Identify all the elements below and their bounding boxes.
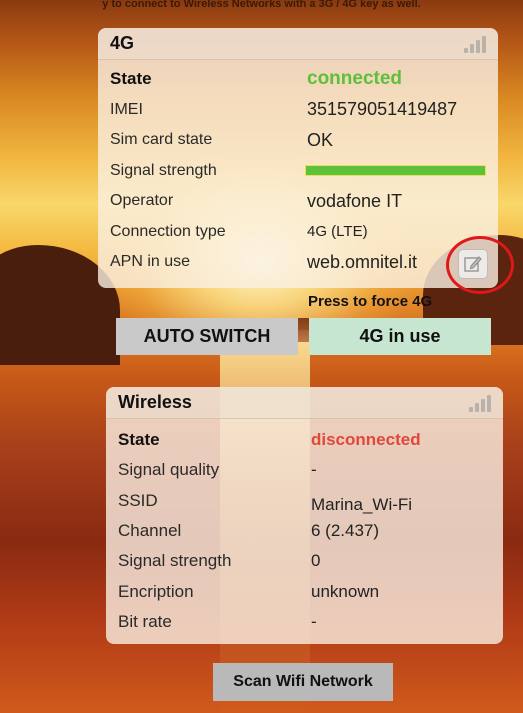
- lte-in-use-button[interactable]: 4G in use: [309, 318, 491, 355]
- wireless-signal-quality-label: Signal quality: [118, 460, 220, 480]
- wireless-row-encryption: Encription unknown: [118, 576, 491, 606]
- wireless-channel-label: Channel: [118, 521, 182, 541]
- lte-row-connection-type: Connection type 4G (LTE): [110, 217, 486, 248]
- wireless-state-label: State: [118, 430, 160, 450]
- wireless-bit-rate-value: -: [311, 611, 317, 631]
- wireless-row-state: State disconnected: [118, 425, 491, 455]
- wireless-panel-header: Wireless: [106, 387, 503, 419]
- lte-row-state: State connected: [110, 64, 486, 95]
- lte-row-signal: Signal strength: [110, 156, 486, 187]
- lte-apn-value: web.omnitel.it: [307, 251, 418, 272]
- wireless-panel: Wireless State disconnected Signal quali…: [106, 387, 503, 644]
- lte-state-value: connected: [307, 68, 403, 90]
- lte-panel-title: 4G: [110, 33, 135, 53]
- signal-bars-icon: [464, 35, 486, 53]
- lte-imei-value: 351579051419487: [307, 99, 458, 120]
- wireless-ssid-label: SSID: [118, 490, 158, 510]
- lte-apn-label: APN in use: [110, 253, 191, 271]
- lte-operator-value: vodafone IT: [307, 190, 403, 211]
- lte-state-label: State: [110, 69, 152, 89]
- wireless-panel-title: Wireless: [118, 392, 192, 412]
- signal-bars-icon: [469, 394, 491, 412]
- lte-imei-label: IMEI: [110, 100, 143, 118]
- lte-signal-strength-bar: [305, 165, 486, 177]
- lte-row-imei: IMEI 351579051419487: [110, 95, 486, 126]
- lte-signal-label: Signal strength: [110, 161, 217, 179]
- wireless-info-list: State disconnected Signal quality - SSID…: [106, 419, 503, 637]
- lte-connection-type-value: 4G (LTE): [307, 223, 368, 241]
- top-caption: y to connect to Wireless Networks with a…: [102, 0, 421, 10]
- wireless-state-value: disconnected: [311, 430, 421, 450]
- lte-panel: 4G State connected IMEI 351579051419487 …: [98, 28, 498, 288]
- lte-row-operator: Operator vodafone IT: [110, 186, 486, 217]
- wireless-signal-strength-value: 0: [311, 551, 321, 571]
- auto-switch-button[interactable]: AUTO SWITCH: [116, 318, 298, 355]
- wireless-encryption-label: Encription: [118, 581, 194, 601]
- lte-row-sim: Sim card state OK: [110, 125, 486, 156]
- wireless-ssid-value: Marina_Wi-Fi: [311, 494, 413, 514]
- lte-sim-label: Sim card state: [110, 131, 213, 149]
- wireless-signal-quality-value: -: [311, 460, 317, 480]
- lte-panel-header: 4G: [98, 28, 498, 60]
- wireless-row-bit-rate: Bit rate -: [118, 607, 491, 637]
- lte-connection-type-label: Connection type: [110, 222, 226, 240]
- wireless-signal-strength-label: Signal strength: [118, 551, 232, 571]
- wireless-bit-rate-label: Bit rate: [118, 611, 172, 631]
- highlight-circle: [446, 236, 514, 294]
- lte-sim-value: OK: [307, 129, 334, 150]
- wireless-row-signal-strength: Signal strength 0: [118, 546, 491, 576]
- lte-row-apn: APN in use web.omnitel.it: [110, 247, 486, 278]
- wireless-row-ssid: SSID Marina_Wi-Fi: [118, 486, 491, 516]
- lte-operator-label: Operator: [110, 192, 174, 210]
- wireless-channel-value: 6 (2.437): [311, 521, 380, 541]
- scan-wifi-button[interactable]: Scan Wifi Network: [213, 663, 393, 701]
- wireless-row-signal-quality: Signal quality -: [118, 455, 491, 485]
- force-4g-hint: Press to force 4G: [308, 293, 433, 310]
- wireless-row-channel: Channel 6 (2.437): [118, 516, 491, 546]
- lte-info-list: State connected IMEI 351579051419487 Sim…: [98, 60, 498, 278]
- wireless-encryption-value: unknown: [311, 581, 380, 601]
